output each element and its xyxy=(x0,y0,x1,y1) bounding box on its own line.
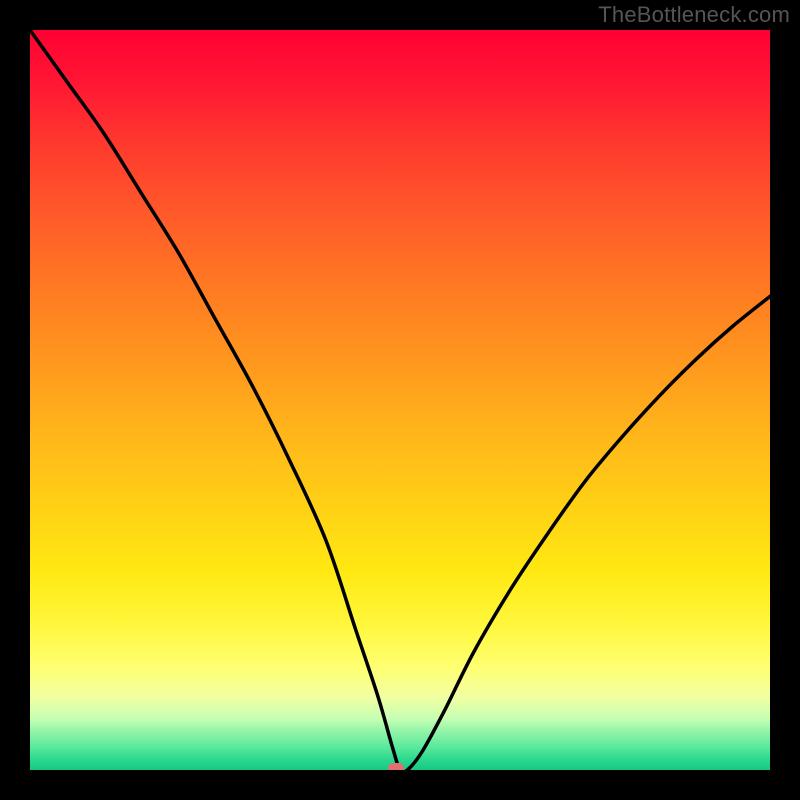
bottleneck-curve xyxy=(30,30,770,770)
watermark-text: TheBottleneck.com xyxy=(598,2,790,28)
plot-area xyxy=(30,30,770,770)
chart-frame: TheBottleneck.com xyxy=(0,0,800,800)
minimum-marker-icon xyxy=(388,763,404,770)
